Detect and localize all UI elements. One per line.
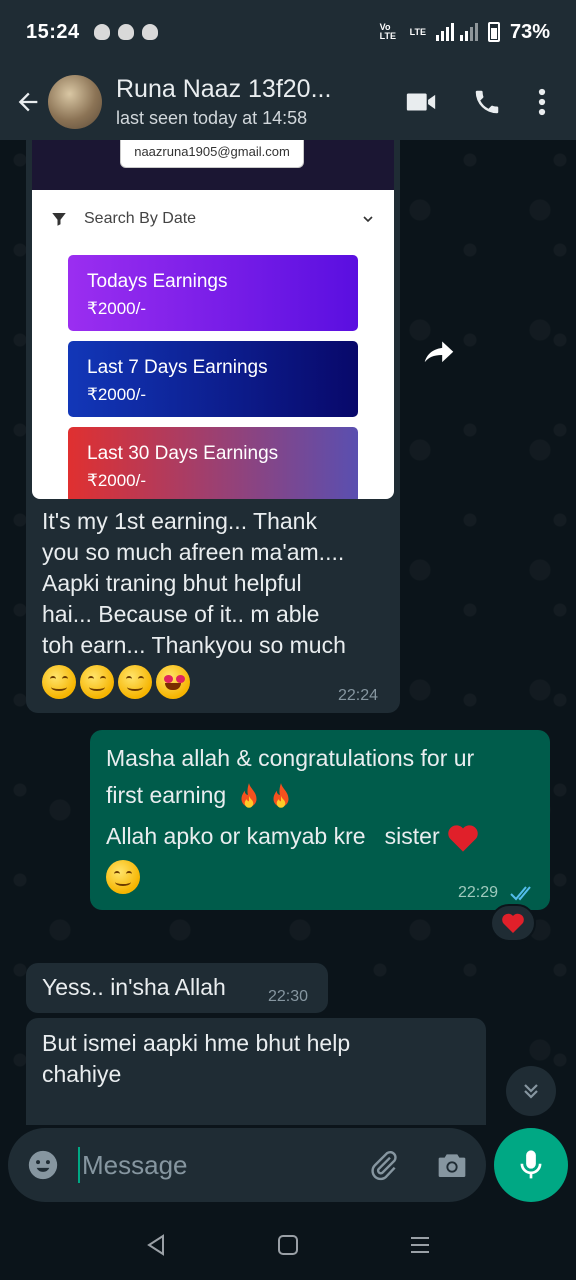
clock: 15:24 xyxy=(26,20,80,43)
voice-record-button[interactable] xyxy=(494,1128,568,1202)
home-nav-icon[interactable] xyxy=(277,1234,299,1256)
snapchat-notification-icon xyxy=(117,24,134,40)
contact-name[interactable]: Runa Naaz 13f20... xyxy=(116,75,366,104)
last-7-days-earnings-card: Last 7 Days Earnings ₹2000/- xyxy=(68,341,358,417)
caption-line: toh earn... Thankyou so much xyxy=(42,632,346,658)
message-line: Allah apko or kamyab kre sister xyxy=(106,823,440,849)
back-nav-icon[interactable] xyxy=(145,1233,167,1257)
message-line-with-emoji: Allah apko or kamyab kre sister xyxy=(106,818,542,855)
volte-indicator: Vo LTE xyxy=(379,22,396,41)
search-by-date-filter: Search By Date xyxy=(32,190,394,248)
message-line: chahiye xyxy=(42,1061,122,1087)
camera-icon[interactable] xyxy=(436,1150,468,1180)
relieved-face-emoji xyxy=(106,859,140,894)
emoji-icon[interactable] xyxy=(26,1148,60,1182)
snapchat-notification-icon xyxy=(141,24,158,40)
signal-icon xyxy=(435,23,478,41)
chevron-down-icon xyxy=(363,216,373,223)
contact-info[interactable]: Runa Naaz 13f20... last seen today at 14… xyxy=(116,75,404,129)
outgoing-message[interactable]: Masha allah & congratulations for ur fir… xyxy=(90,730,550,910)
image-caption: It's my 1st earning... Thank you so much… xyxy=(42,506,392,699)
card-value: ₹2000/- xyxy=(87,299,147,318)
smiling-face-emoji xyxy=(42,665,76,699)
message-time: 22:29 xyxy=(458,884,499,901)
filter-icon xyxy=(52,213,66,226)
avatar[interactable] xyxy=(48,75,102,129)
read-receipt-icon xyxy=(510,886,531,901)
more-vert-icon[interactable] xyxy=(536,87,548,117)
last-30-days-earnings-card: Last 30 Days Earnings ₹2000/- xyxy=(68,427,358,499)
microphone-icon xyxy=(520,1150,542,1179)
message-line: But ismei aapki hme bhut help xyxy=(42,1030,351,1056)
back-arrow-icon[interactable] xyxy=(14,88,42,116)
filter-label: Search By Date xyxy=(84,210,197,227)
heart-eyes-emoji xyxy=(156,665,190,699)
lte-indicator: LTE xyxy=(409,26,426,37)
outgoing-text: Masha allah & congratulations for ur fir… xyxy=(106,740,542,894)
message-time: 22:30 xyxy=(268,988,309,1005)
attach-paperclip-icon[interactable] xyxy=(368,1149,400,1181)
snapchat-notification-icon xyxy=(93,24,110,40)
red-heart-emoji xyxy=(502,913,524,933)
card-title: Last 30 Days Earnings xyxy=(87,443,279,464)
notification-icons xyxy=(93,24,158,40)
earnings-screenshot-image[interactable]: naazruna1905@gmail.com Search By Date To… xyxy=(32,140,394,499)
message-input[interactable]: Message xyxy=(78,1147,368,1183)
caption-line: Aapki traning bhut helpful xyxy=(42,570,302,596)
message-time: 22:24 xyxy=(338,687,379,704)
caption-line: hai... Because of it.. m able xyxy=(42,601,320,627)
chat-header: Runa Naaz 13f20... last seen today at 14… xyxy=(0,64,576,140)
battery-icon xyxy=(487,22,500,42)
double-chevron-down-icon xyxy=(524,1084,538,1099)
phone-icon[interactable] xyxy=(472,87,502,117)
incoming-message[interactable]: But ismei aapki hme bhut help chahiye xyxy=(26,1018,486,1125)
card-value: ₹2000/- xyxy=(87,471,147,490)
status-bar: 15:24 Vo LTE LTE 73% xyxy=(0,0,576,64)
card-title: Todays Earnings xyxy=(87,271,228,292)
caption-line: It's my 1st earning... Thank xyxy=(42,508,317,534)
message-line: Masha allah & congratulations for ur xyxy=(106,745,475,771)
forward-icon[interactable] xyxy=(420,332,458,370)
image-message[interactable]: naazruna1905@gmail.com Search By Date To… xyxy=(26,140,400,713)
message-text: But ismei aapki hme bhut help chahiye xyxy=(42,1028,350,1090)
fire-emoji xyxy=(273,782,289,808)
scroll-to-bottom-button[interactable] xyxy=(506,1066,556,1116)
todays-earnings-card: Todays Earnings ₹2000/- xyxy=(68,255,358,331)
heart-reaction[interactable] xyxy=(490,904,536,942)
smiling-face-emoji xyxy=(118,665,152,699)
last-seen: last seen today at 14:58 xyxy=(116,108,308,128)
recents-nav-icon[interactable] xyxy=(409,1234,431,1256)
chat-area[interactable]: naazruna1905@gmail.com Search By Date To… xyxy=(0,140,576,1125)
incoming-message[interactable]: Yess.. in'sha Allah 22:30 xyxy=(26,963,328,1013)
message-line: first earning xyxy=(106,782,227,808)
caption-line: you so much afreen ma'am.... xyxy=(42,539,345,565)
system-nav-bar xyxy=(0,1210,576,1280)
screenshot-header: naazruna1905@gmail.com xyxy=(32,140,394,190)
message-text: Yess.. in'sha Allah xyxy=(42,974,226,1000)
smiling-face-emoji xyxy=(80,665,114,699)
email-label: naazruna1905@gmail.com xyxy=(120,140,304,168)
battery-percent: 73% xyxy=(509,20,550,43)
fire-emoji xyxy=(241,782,257,808)
message-composer[interactable]: Message xyxy=(8,1128,486,1202)
red-heart-emoji xyxy=(448,825,478,852)
card-title: Last 7 Days Earnings xyxy=(87,357,268,378)
message-line-with-emoji: first earning xyxy=(106,777,542,814)
video-call-icon[interactable] xyxy=(404,85,438,119)
card-value: ₹2000/- xyxy=(87,385,147,404)
